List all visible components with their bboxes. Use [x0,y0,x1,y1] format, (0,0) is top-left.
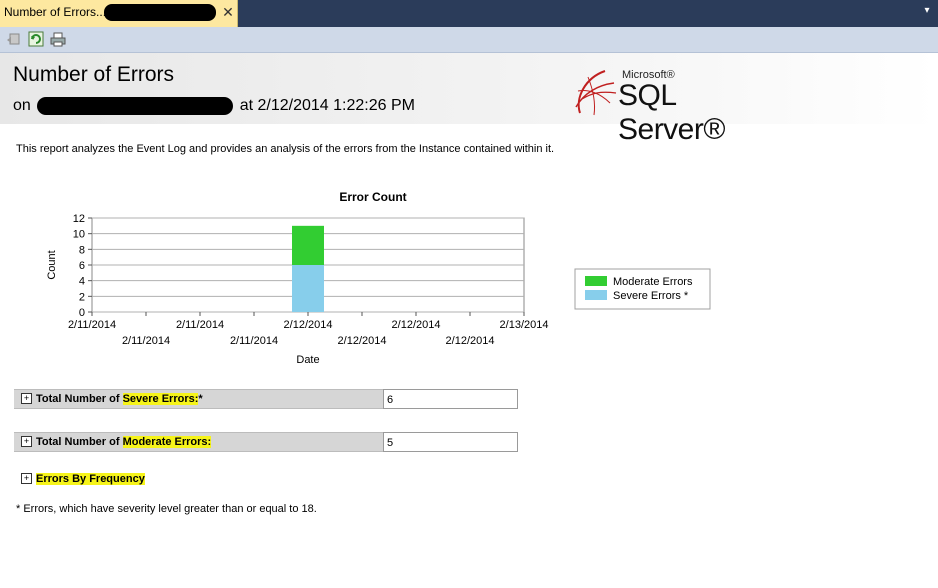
chart-legend-swatch [585,276,607,286]
chart-y-tick-label: 6 [79,260,85,272]
sql-server-logo-icon [575,70,617,116]
chart-legend: Moderate Errors Severe Errors * [574,268,711,310]
chart-y-tick-label: 10 [73,229,85,241]
chart-x-axis-label: Date [296,354,319,366]
chart-title: Error Count [339,190,406,204]
back-icon[interactable] [6,31,22,47]
chart-y-tick-label: 12 [73,213,85,225]
report-title: Number of Errors [13,63,175,86]
expand-icon[interactable]: + [21,393,32,404]
report-subtitle: on at 2/12/2014 1:22:26 PM [13,97,415,115]
redacted-server-name [37,97,234,115]
chart-legend-box [574,268,711,310]
severe-errors-row[interactable]: + Total Number of Severe Errors:* [14,389,384,409]
footnote: * Errors, which have severity level grea… [16,503,317,515]
severe-label-prefix: Total Number of [36,393,123,405]
tab-dropdown-icon[interactable]: ▾ [920,4,934,18]
chart-legend-label: Severe Errors * [613,290,689,302]
severe-label-highlight: Severe Errors: [122,393,199,405]
tab-title: Number of Errors... [4,5,107,19]
errors-by-frequency-row[interactable]: + Errors By Frequency [14,470,174,490]
report-toolbar [0,27,938,53]
chart-y-tick-label: 4 [79,276,85,288]
logo-product-text: SQL Server® [618,79,725,146]
moderate-label-prefix: Total Number of [36,436,123,448]
chart-legend-label: Moderate Errors [613,276,693,288]
chart-y-axis-label: Count [46,250,58,279]
severe-errors-value: 6 [383,389,518,409]
chart-x-tick-label: 2/12/2014 [392,319,441,331]
chart-svg: Error Count Count Date 0 2 4 6 8 10 12 2/11/201… [46,190,711,366]
severe-label-asterisk: * [198,393,203,405]
chart-y-tick-label: 2 [79,291,85,303]
report-description: This report analyzes the Event Log and p… [16,143,555,155]
expand-icon[interactable]: + [21,473,32,484]
document-tab-strip: Number of Errors... ✕ ▾ [0,0,938,27]
chart-x-tick-label: 2/11/2014 [122,335,170,347]
chart-x-tick-label: 2/11/2014 [230,335,278,347]
report-timestamp: at 2/12/2014 1:22:26 PM [239,97,415,115]
print-icon[interactable] [50,31,66,47]
chart-x-tick-label: 2/12/2014 [284,319,333,331]
expand-icon[interactable]: + [21,436,32,447]
refresh-icon[interactable] [28,31,44,47]
moderate-errors-row[interactable]: + Total Number of Moderate Errors: [14,432,384,452]
errors-by-frequency-label[interactable]: Errors By Frequency [36,473,145,485]
close-icon[interactable]: ✕ [220,4,236,20]
error-count-chart: Error Count Count Date 0 2 4 6 8 10 12 2/11/201… [40,183,730,373]
chart-y-tick-label: 8 [79,244,85,256]
subtitle-prefix: on [13,97,31,115]
chart-x-tick-label: 2/11/2014 [68,319,116,331]
moderate-errors-label: Total Number of Moderate Errors: [36,436,212,448]
chart-bar-moderate [292,225,324,265]
moderate-label-highlight: Moderate Errors: [122,436,212,448]
chart-bar-severe [292,265,324,312]
chart-x-tick-label: 2/12/2014 [338,335,387,347]
report-header: Number of Errors on at 2/12/2014 1:22:26… [0,53,938,146]
redacted-text [104,4,216,21]
moderate-errors-value: 5 [383,432,518,452]
chart-x-tick-label: 2/12/2014 [446,335,495,347]
chart-x-tick-label: 2/13/2014 [500,319,549,331]
severe-errors-label: Total Number of Severe Errors:* [36,393,203,405]
chart-x-tick-label: 2/11/2014 [176,319,224,331]
chart-legend-swatch [585,290,607,300]
chart-y-tick-label: 0 [79,307,85,319]
sql-server-logo: Microsoft® SQL Server® [570,63,770,146]
report-tab[interactable]: Number of Errors... ✕ [0,0,238,27]
